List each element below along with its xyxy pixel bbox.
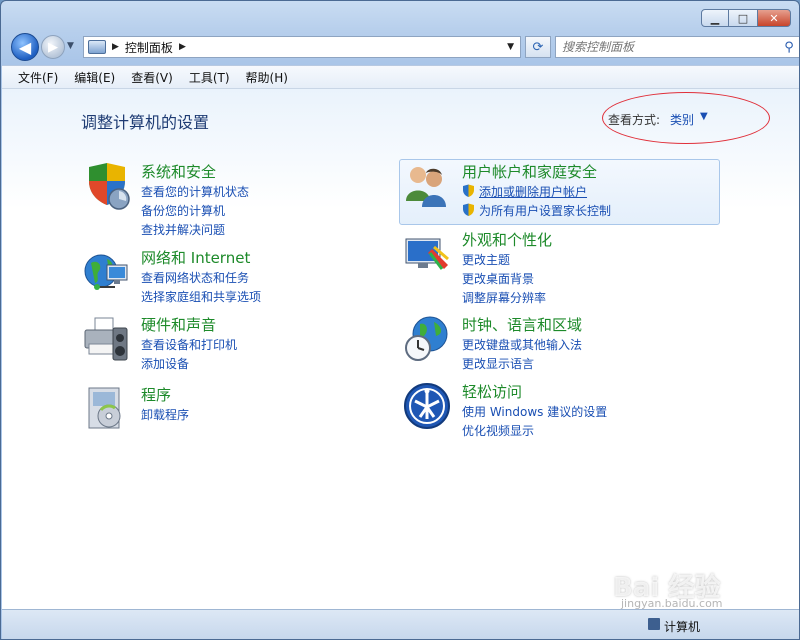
ease-of-access-icon [404, 383, 450, 429]
category-title-appearance[interactable]: 外观和个性化 [462, 229, 552, 250]
appearance-icon [405, 238, 449, 270]
link-adjust-resolution[interactable]: 调整屏幕分辨率 [462, 289, 546, 308]
menu-bar: 文件(F) 编辑(E) 查看(V) 工具(T) 帮助(H) [2, 65, 799, 89]
link-view-network-status[interactable]: 查看网络状态和任务 [141, 269, 261, 288]
link-optimize-video-display[interactable]: 优化视频显示 [462, 422, 607, 441]
link-change-keyboard[interactable]: 更改键盘或其他输入法 [462, 336, 582, 355]
clock-globe-icon [405, 316, 448, 361]
link-uninstall-program[interactable]: 卸载程序 [141, 406, 189, 425]
content-pane: 调整计算机的设置 查看方式: 类别 ▼ 系统和安全 查看您的计算机状态 备份您的… [2, 89, 799, 609]
globe-network-icon [84, 254, 128, 290]
menu-tools[interactable]: 工具(T) [181, 69, 238, 86]
recent-pages-button[interactable]: ▼ [67, 41, 79, 53]
menu-edit[interactable]: 编辑(E) [66, 69, 123, 86]
programs-icon [88, 387, 121, 429]
uac-shield-icon [463, 203, 474, 216]
category-title-programs[interactable]: 程序 [141, 384, 171, 405]
link-change-theme[interactable]: 更改主题 [462, 251, 546, 270]
link-view-computer-status[interactable]: 查看您的计算机状态 [141, 183, 249, 202]
link-devices-printers[interactable]: 查看设备和打印机 [141, 336, 237, 355]
link-add-device[interactable]: 添加设备 [141, 355, 237, 374]
menu-file[interactable]: 文件(F) [10, 69, 66, 86]
breadcrumb-control-panel[interactable]: 控制面板 [125, 39, 173, 56]
category-title-ease-of-access[interactable]: 轻松访问 [462, 381, 522, 402]
link-add-remove-accounts[interactable]: 添加或删除用户帐户 [462, 183, 611, 202]
search-input[interactable] [562, 40, 778, 54]
control-panel-icon [88, 40, 106, 54]
computer-icon [648, 618, 660, 630]
printer-icon [84, 317, 128, 361]
menu-view[interactable]: 查看(V) [123, 69, 181, 86]
status-text: 计算机 [664, 620, 701, 634]
category-title-clock-language[interactable]: 时钟、语言和区域 [462, 314, 582, 335]
forward-button[interactable]: ▶ [41, 35, 65, 59]
breadcrumb-arrow-icon[interactable]: ▶ [179, 42, 186, 52]
back-button[interactable]: ◀ [11, 33, 39, 61]
address-dropdown-icon[interactable]: ▼ [507, 42, 514, 52]
refresh-button[interactable]: ⟳ [525, 36, 551, 58]
link-text[interactable]: 添加或删除用户帐户 [479, 185, 587, 199]
maximize-button[interactable]: □ [729, 9, 757, 27]
search-icon[interactable]: ⚲ [778, 40, 799, 55]
category-title-system-security[interactable]: 系统和安全 [141, 161, 216, 182]
page-title: 调整计算机的设置 [81, 113, 210, 132]
link-change-background[interactable]: 更改桌面背景 [462, 270, 546, 289]
highlight-annotation-oval [602, 92, 770, 144]
users-icon [406, 167, 446, 207]
navigation-bar: ◀ ▶ ▼ ▶ 控制面板 ▶ ▼ ⟳ ⚲ [9, 33, 799, 61]
category-title-network-internet[interactable]: 网络和 Internet [141, 247, 250, 268]
link-backup-computer[interactable]: 备份您的计算机 [141, 202, 249, 221]
address-bar[interactable]: ▶ 控制面板 ▶ ▼ [83, 36, 521, 58]
category-title-hardware-sound[interactable]: 硬件和声音 [141, 314, 216, 335]
category-title-user-accounts[interactable]: 用户帐户和家庭安全 [462, 161, 597, 182]
minimize-button[interactable]: ▁ [701, 9, 729, 27]
link-windows-recommended-settings[interactable]: 使用 Windows 建议的设置 [462, 403, 607, 422]
uac-shield-icon [463, 184, 474, 197]
caption-buttons: ▁ □ ✕ [701, 9, 791, 27]
link-homegroup-sharing[interactable]: 选择家庭组和共享选项 [141, 288, 261, 307]
link-find-fix-problems[interactable]: 查找并解决问题 [141, 221, 249, 240]
menu-help[interactable]: 帮助(H) [238, 69, 296, 86]
close-button[interactable]: ✕ [757, 9, 791, 27]
search-box[interactable]: ⚲ [555, 36, 799, 58]
breadcrumb-arrow-icon[interactable]: ▶ [112, 42, 119, 52]
status-bar: 计算机 [2, 609, 799, 639]
shield-icon [89, 163, 130, 210]
link-text[interactable]: 为所有用户设置家长控制 [479, 204, 611, 218]
link-change-display-language[interactable]: 更改显示语言 [462, 355, 582, 374]
control-panel-window: ▁ □ ✕ ◀ ▶ ▼ ▶ 控制面板 ▶ ▼ ⟳ ⚲ 文件(F) 编辑(E) 查… [0, 0, 800, 640]
link-parental-controls[interactable]: 为所有用户设置家长控制 [462, 202, 611, 221]
